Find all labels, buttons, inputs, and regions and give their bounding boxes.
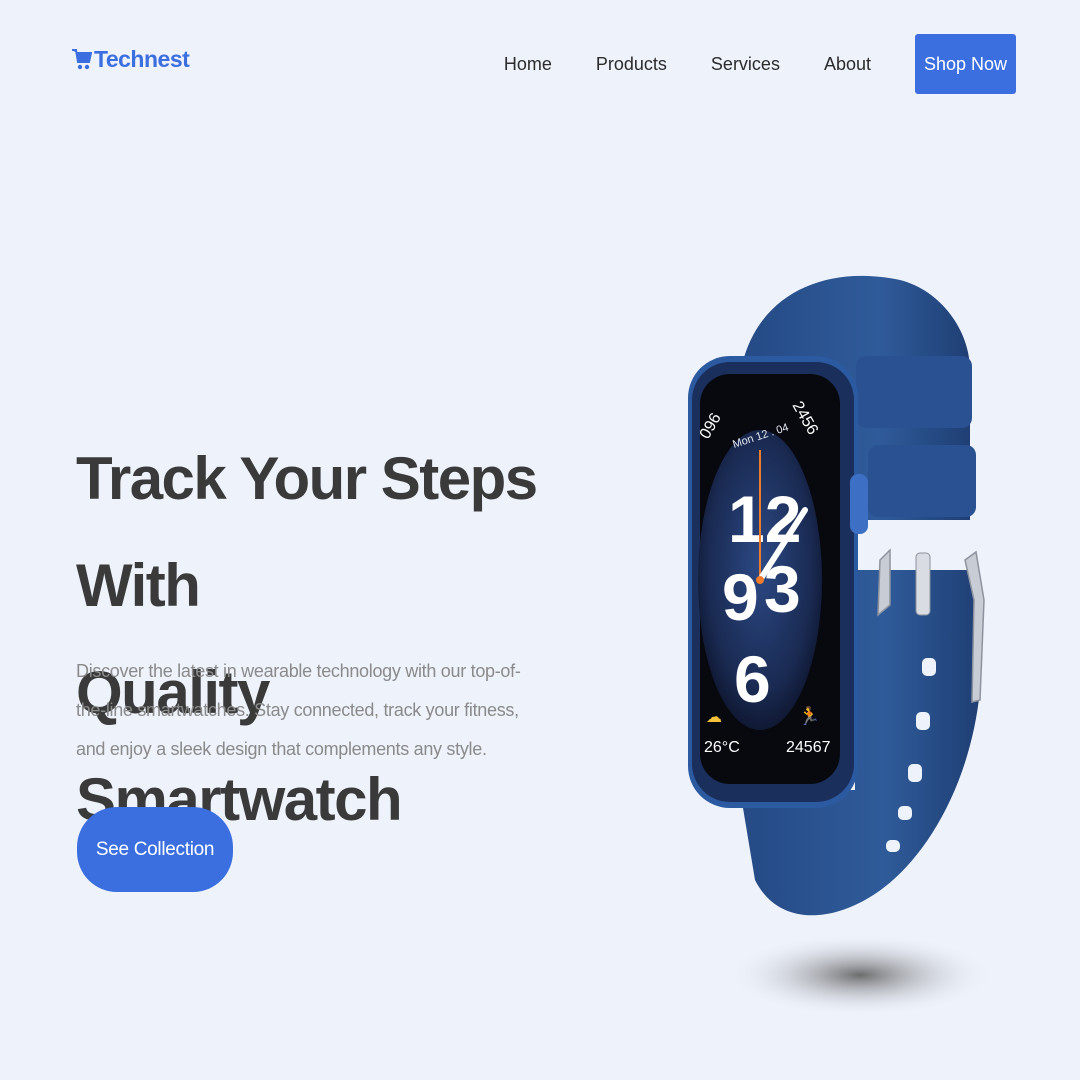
see-collection-button[interactable]: See Collection	[77, 807, 233, 892]
shop-now-button[interactable]: Shop Now	[915, 34, 1016, 94]
brand-name: Technest	[94, 46, 190, 72]
hand-pivot	[756, 576, 764, 584]
hero-title: Track Your Steps With Quality Smartwatch	[76, 425, 596, 853]
nav-services[interactable]: Services	[711, 54, 780, 75]
steps-bottom-value: 24567	[786, 739, 831, 756]
brand-logo[interactable]: Technest	[72, 46, 190, 73]
buckle-left	[877, 548, 891, 617]
numeral-6: 6	[734, 642, 771, 716]
numeral-12: 12	[728, 482, 801, 556]
strap-keeper-1	[856, 356, 972, 428]
runner-icon: 🏃	[798, 705, 820, 726]
hero-title-line-1: Track Your Steps With	[76, 445, 538, 619]
smartwatch-image: 096 2456 Mon 12 . 04 12 9 3 6 ☁ 26°C 🏃 2…	[680, 270, 1000, 1030]
nav-products[interactable]: Products	[596, 54, 667, 75]
temperature-value: 26°C	[704, 739, 740, 756]
cart-icon	[72, 48, 92, 69]
watch-shadow	[725, 933, 995, 1017]
weather-icon: ☁	[706, 709, 722, 726]
numeral-9: 9	[722, 560, 759, 634]
smartwatch-illustration: 096 2456 Mon 12 . 04 12 9 3 6 ☁ 26°C 🏃 2…	[688, 275, 995, 1017]
main-nav: Home Products Services About Shop Now	[504, 34, 1016, 94]
crown	[850, 474, 868, 534]
buckle-pin	[915, 552, 931, 616]
nav-about[interactable]: About	[824, 54, 871, 75]
strap-keeper-2	[868, 445, 976, 517]
nav-home[interactable]: Home	[504, 54, 552, 75]
hero-description: Discover the latest in wearable technolo…	[76, 661, 521, 759]
